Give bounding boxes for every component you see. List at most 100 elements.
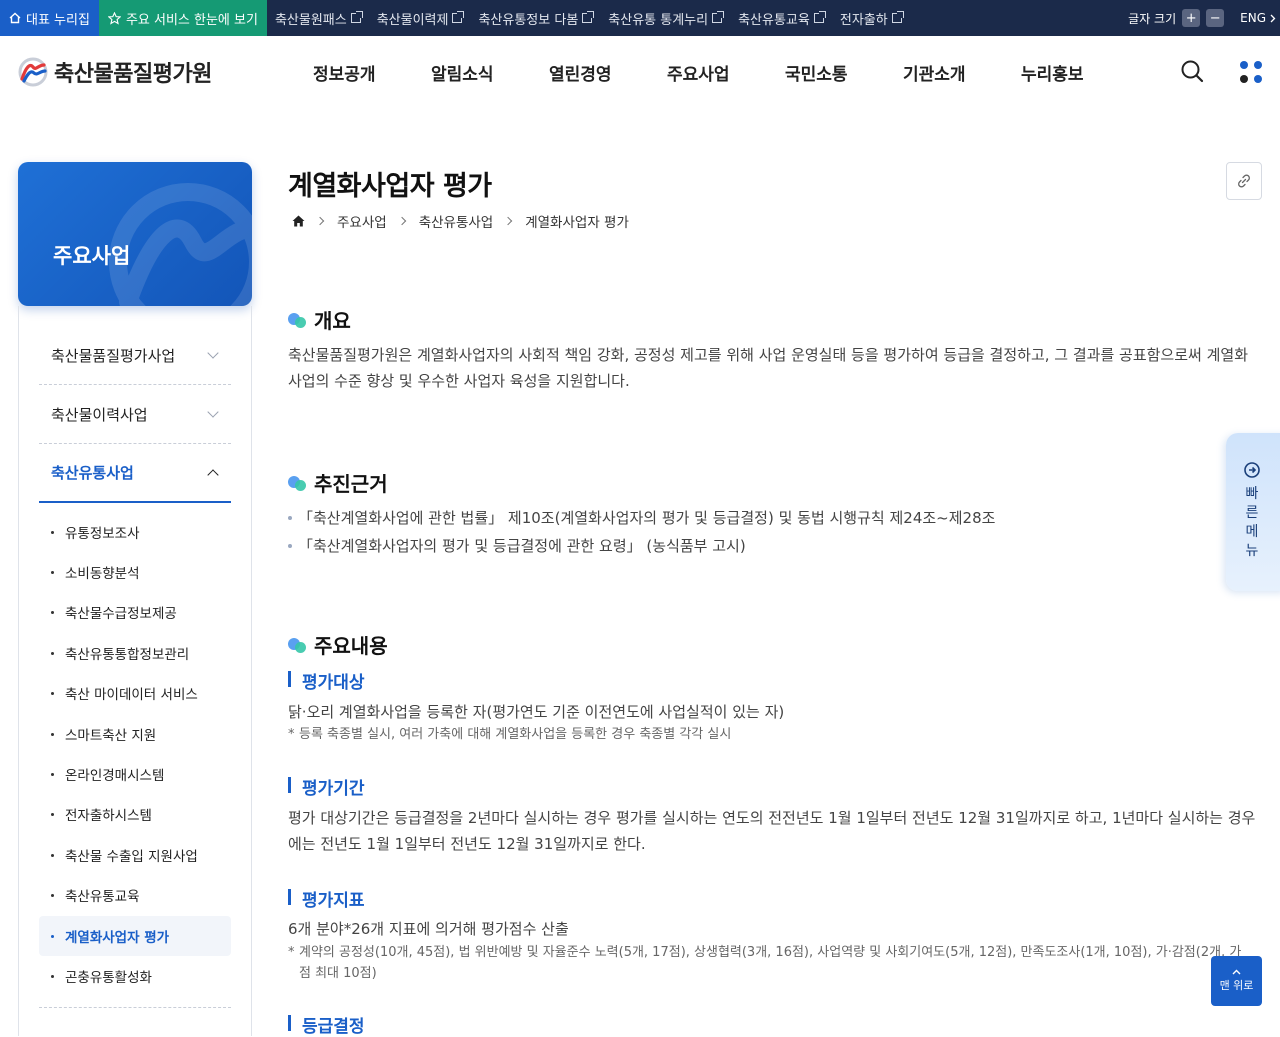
period-text: 평가 대상기간은 등급결정을 2년마다 실시하는 경우 평가를 실시하는 연도의… — [288, 809, 1256, 853]
home-icon — [9, 12, 21, 24]
section-title-main: 주요내용 — [288, 630, 388, 659]
main-site-link[interactable]: 대표 누리집 — [0, 0, 99, 36]
submenu-item[interactable]: 전자출하시스템 — [39, 794, 231, 834]
subsection-title-period: 평가기간 — [288, 774, 365, 799]
external-link-icon — [350, 11, 363, 23]
main-site-label: 대표 누리집 — [26, 12, 90, 28]
home-icon — [292, 215, 305, 227]
gnb-item-promotion[interactable]: 누리홍보 — [1021, 60, 1139, 85]
external-link-icon — [813, 11, 826, 23]
index-text: 6개 분야*26개 지표에 의거해 평가점수 산출 — [288, 920, 569, 938]
menu-dot-icon — [1254, 75, 1262, 83]
language-english-link[interactable]: ENG — [1240, 11, 1276, 25]
site-logo[interactable]: 축산물품질평가원 — [18, 56, 212, 88]
quick-menu-button[interactable]: 빠른메뉴 — [1226, 433, 1280, 591]
link-icon — [1238, 174, 1250, 188]
gnb-item-main-business[interactable]: 주요사업 — [667, 60, 785, 85]
section-bullet-icon — [288, 637, 306, 653]
page-title: 계열화사업자 평가 — [288, 171, 492, 202]
side-hero-banner: 주요사업 — [18, 162, 252, 306]
family-link-label: 축산물원패스 — [274, 12, 347, 28]
site-header: 축산물품질평가원 정보공개 알림소식 열린경영 주요사업 국민소통 기관소개 누… — [0, 36, 1280, 108]
submenu-item[interactable]: 축산물 수출입 지원사업 — [39, 835, 231, 875]
gnb-item-communication[interactable]: 국민소통 — [785, 60, 903, 85]
breadcrumb-home-link[interactable] — [292, 215, 305, 227]
language-label: ENG — [1240, 11, 1266, 25]
to-top-label: 맨 위로 — [1219, 979, 1254, 992]
external-link-icon — [452, 11, 465, 23]
family-link-trace[interactable]: 축산물이력제 — [369, 9, 471, 28]
side-menu-label: 축산물품질평가사업 — [51, 346, 176, 365]
external-link-icon — [712, 11, 725, 23]
star-icon — [107, 11, 121, 25]
quick-menu-label: 빠른메뉴 — [1245, 486, 1259, 559]
family-link-eshipping[interactable]: 전자출하 — [832, 9, 910, 28]
external-link-icon — [891, 11, 904, 23]
submenu-item[interactable]: 유통정보조사 — [39, 512, 231, 552]
font-increase-button[interactable]: + — [1182, 9, 1201, 27]
breadcrumb-item[interactable]: 축산유통사업 — [419, 211, 494, 231]
menu-dot-icon — [1240, 61, 1248, 69]
family-link-label: 축산물이력제 — [376, 12, 449, 28]
family-site-links: 축산물원패스 축산물이력제 축산유통정보 다봄 축산유통 통계누리 축산유통교육… — [267, 0, 910, 36]
section-title-overview: 개요 — [288, 305, 351, 334]
submenu-item[interactable]: 축산유통통합정보관리 — [39, 633, 231, 673]
family-link-dabom[interactable]: 축산유통정보 다봄 — [470, 9, 600, 28]
side-menu-divider — [39, 1007, 231, 1008]
index-note: 계약의 공정성(10개, 45점), 법 위반예방 및 자율준수 노력(5개, … — [288, 942, 1248, 984]
side-menu-item-trace[interactable]: 축산물이력사업 — [39, 385, 231, 444]
submenu-item[interactable]: 축산물수급정보제공 — [39, 592, 231, 632]
submenu-item-current[interactable]: 계열화사업자 평가 — [39, 916, 231, 956]
section-title-text: 개요 — [314, 309, 351, 333]
font-size-label: 글자 크기 — [1128, 11, 1177, 26]
search-button[interactable] — [1180, 59, 1204, 87]
breadcrumb-current: 계열화사업자 평가 — [525, 215, 629, 231]
chevron-up-icon — [1232, 969, 1241, 975]
side-menu-label: 축산물이력사업 — [51, 405, 148, 424]
logo-mark-icon — [18, 57, 48, 87]
gnb-item-info-disclosure[interactable]: 정보공개 — [313, 60, 431, 85]
subsection-title-target: 평가대상 — [288, 668, 365, 693]
chevron-down-icon — [207, 406, 219, 418]
section-title-text: 추진근거 — [314, 472, 388, 496]
side-menu-item-quality[interactable]: 축산물품질평가사업 — [39, 326, 231, 385]
section-bullet-icon — [288, 312, 306, 328]
submenu-item[interactable]: 소비동향분석 — [39, 552, 231, 592]
to-top-button[interactable]: 맨 위로 — [1211, 956, 1262, 1006]
family-link-label: 축산유통 통계누리 — [608, 12, 709, 28]
sitemap-menu-button[interactable] — [1239, 60, 1263, 84]
family-link-onepass[interactable]: 축산물원패스 — [267, 9, 369, 28]
family-link-stats[interactable]: 축산유통 통계누리 — [600, 9, 730, 28]
gnb-item-news[interactable]: 알림소식 — [431, 60, 549, 85]
section-bullet-icon — [288, 475, 306, 491]
breadcrumb-item[interactable]: 주요사업 — [337, 211, 387, 231]
subsection-title-grade: 등급결정 — [288, 1012, 365, 1037]
target-note: 등록 축종별 실시, 여러 가축에 대해 계열화사업을 등록한 경우 축종별 각… — [288, 724, 1248, 745]
gnb-item-about[interactable]: 기관소개 — [903, 60, 1021, 85]
submenu-item[interactable]: 스마트축산 지원 — [39, 714, 231, 754]
submenu-item[interactable]: 온라인경매시스템 — [39, 754, 231, 794]
family-link-education[interactable]: 축산유통교육 — [730, 9, 832, 28]
global-navigation: 정보공개 알림소식 열린경영 주요사업 국민소통 기관소개 누리홍보 — [313, 60, 1139, 85]
chevron-right-icon — [1270, 14, 1276, 22]
side-menu-item-distribution[interactable]: 축산유통사업 — [39, 444, 231, 503]
family-link-label: 전자출하 — [839, 12, 888, 28]
side-hero-title: 주요사업 — [53, 244, 131, 268]
submenu-item[interactable]: 축산 마이데이터 서비스 — [39, 673, 231, 713]
logo-text: 축산물품질평가원 — [54, 62, 212, 87]
submenu-item[interactable]: 축산유통교육 — [39, 875, 231, 915]
all-services-link[interactable]: 주요 서비스 한눈에 보기 — [98, 0, 267, 36]
breadcrumb: 주요사업 축산유통사업 계열화사업자 평가 — [292, 211, 629, 231]
target-text: 닭·오리 계열화사업을 등록한 자(평가연도 기준 이전연도에 사업실적이 있는… — [288, 703, 785, 721]
chevron-up-icon — [207, 468, 219, 481]
top-utility-bar: 대표 누리집 주요 서비스 한눈에 보기 축산물원패스 축산물이력제 축산유통정… — [0, 0, 1280, 36]
share-link-button[interactable] — [1226, 162, 1262, 200]
chevron-right-icon — [397, 216, 406, 226]
search-icon — [1181, 60, 1204, 83]
font-decrease-button[interactable]: − — [1206, 9, 1225, 27]
section-title-text: 주요내용 — [314, 634, 388, 658]
quick-menu-icon — [1244, 462, 1260, 478]
submenu-item[interactable]: 곤충유통활성화 — [39, 956, 231, 996]
gnb-item-open-management[interactable]: 열린경영 — [549, 60, 667, 85]
chevron-right-icon — [315, 216, 325, 226]
